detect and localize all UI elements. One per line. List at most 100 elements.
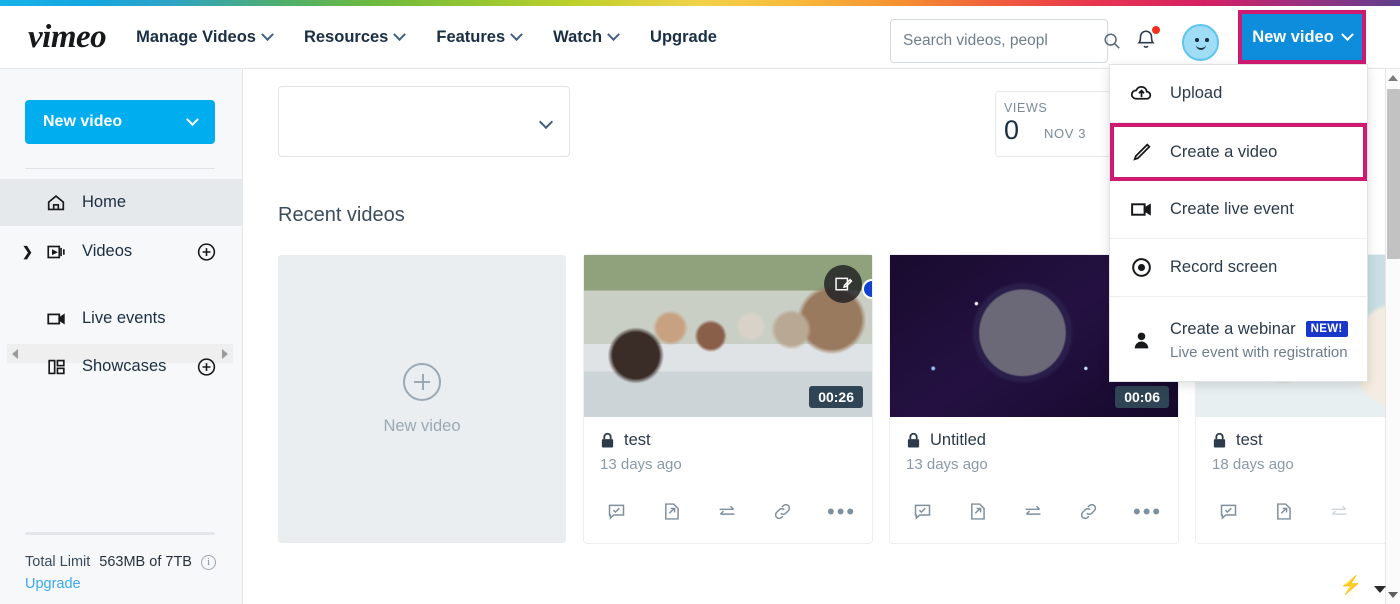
info-icon[interactable]: i bbox=[201, 555, 216, 570]
add-video-button[interactable] bbox=[196, 241, 217, 262]
filter-select[interactable] bbox=[278, 86, 570, 157]
new-video-button-header[interactable]: New video bbox=[1238, 10, 1366, 64]
new-video-label: New video bbox=[1252, 28, 1334, 47]
new-video-placeholder-card[interactable]: New video bbox=[278, 255, 566, 543]
lock-icon bbox=[1212, 432, 1227, 449]
webinar-title-row: Create a webinar NEW! bbox=[1170, 320, 1348, 339]
video-card-body: test 13 days ago bbox=[584, 417, 872, 473]
sidebar-item-home[interactable]: Home bbox=[0, 179, 243, 226]
new-video-button-sidebar[interactable]: New video bbox=[25, 100, 215, 144]
video-card-body: test 18 days ago bbox=[1196, 417, 1386, 473]
video-card-actions: ••• bbox=[584, 473, 872, 540]
chevron-right-icon[interactable]: ❯ bbox=[22, 244, 33, 260]
menu-item-label: Create live event bbox=[1170, 200, 1294, 219]
share-file-icon[interactable] bbox=[661, 501, 682, 522]
plus-circle-icon bbox=[403, 363, 441, 401]
chevron-down-icon bbox=[261, 28, 274, 41]
nav-item-resources[interactable]: Resources bbox=[304, 28, 404, 47]
search-input[interactable] bbox=[903, 32, 1103, 50]
video-title[interactable]: Untitled bbox=[930, 431, 986, 450]
storage-limit-value: 563MB of 7TB bbox=[99, 554, 192, 570]
add-showcase-button[interactable] bbox=[196, 356, 217, 377]
notifications-button[interactable] bbox=[1135, 28, 1157, 51]
lock-icon bbox=[600, 432, 615, 449]
status-dot bbox=[862, 279, 872, 299]
menu-item-label: Create a webinar bbox=[1170, 320, 1296, 339]
sidebar-item-videos[interactable]: ❯ Videos bbox=[0, 228, 243, 275]
video-title[interactable]: test bbox=[624, 431, 651, 450]
nav-label: Upgrade bbox=[650, 28, 717, 47]
sidebar-item-label: Showcases bbox=[82, 357, 166, 376]
video-thumbnail[interactable]: 00:26 bbox=[584, 255, 872, 417]
menu-item-create-a-webinar[interactable]: Create a webinar NEW! Live event with re… bbox=[1110, 297, 1367, 383]
video-camera-icon bbox=[42, 308, 70, 330]
vimeo-logo[interactable]: vimeo bbox=[28, 19, 106, 56]
webinar-text-block: Create a webinar NEW! Live event with re… bbox=[1170, 320, 1348, 361]
home-icon bbox=[42, 192, 70, 214]
scroll-down-arrow[interactable] bbox=[1388, 592, 1398, 598]
lightning-bolt-icon[interactable]: ⚡ bbox=[1340, 575, 1362, 596]
scroll-up-arrow[interactable] bbox=[1388, 75, 1398, 81]
more-icon[interactable]: ••• bbox=[1133, 506, 1162, 518]
menu-item-subtitle: Live event with registration bbox=[1170, 344, 1348, 361]
search-icon[interactable] bbox=[1103, 32, 1121, 50]
page-scrollbar[interactable] bbox=[1385, 69, 1400, 604]
sidebar-footer-divider bbox=[25, 532, 215, 535]
menu-item-record-screen[interactable]: Record screen bbox=[1110, 239, 1367, 297]
link-icon[interactable] bbox=[1078, 501, 1099, 522]
nav-item-manage-videos[interactable]: Manage Videos bbox=[136, 28, 272, 47]
menu-item-upload[interactable]: Upload bbox=[1110, 65, 1367, 123]
cloud-upload-icon bbox=[1128, 81, 1154, 106]
nav-item-features[interactable]: Features bbox=[436, 28, 521, 47]
nav-label: Watch bbox=[553, 28, 602, 47]
transfer-icon[interactable] bbox=[1328, 501, 1350, 522]
review-icon[interactable] bbox=[912, 501, 933, 522]
transfer-icon[interactable] bbox=[1022, 501, 1044, 522]
avatar-eye-right bbox=[1205, 38, 1209, 42]
upgrade-link[interactable]: Upgrade bbox=[25, 576, 225, 592]
person-icon bbox=[1128, 328, 1154, 353]
sidebar-divider bbox=[25, 168, 215, 169]
new-video-placeholder-label: New video bbox=[383, 417, 460, 436]
review-icon[interactable] bbox=[606, 501, 627, 522]
views-date: NOV 3 bbox=[1044, 126, 1086, 144]
nav-label: Manage Videos bbox=[136, 28, 256, 47]
chevron-down-icon bbox=[510, 28, 523, 41]
scroll-down-arrow[interactable] bbox=[1374, 586, 1386, 593]
chevron-down-icon bbox=[393, 28, 406, 41]
share-file-icon[interactable] bbox=[1273, 501, 1294, 522]
sidebar-item-showcases[interactable]: Showcases bbox=[0, 343, 243, 390]
sidebar-item-label: Videos bbox=[82, 242, 132, 261]
chevron-down-icon bbox=[1341, 28, 1354, 41]
video-title[interactable]: test bbox=[1236, 431, 1263, 450]
avatar-eye-left bbox=[1195, 38, 1199, 42]
share-file-icon[interactable] bbox=[967, 501, 988, 522]
more-icon[interactable]: ••• bbox=[827, 506, 856, 518]
showcases-grid-icon bbox=[42, 356, 70, 378]
edit-video-badge[interactable] bbox=[824, 265, 862, 303]
nav-item-upgrade[interactable]: Upgrade bbox=[650, 28, 717, 47]
link-icon[interactable] bbox=[772, 501, 793, 522]
menu-item-create-a-video[interactable]: Create a video bbox=[1110, 123, 1367, 181]
video-card[interactable]: 00:26 test 13 days ago bbox=[584, 255, 872, 543]
chevron-down-icon bbox=[607, 28, 620, 41]
video-duration: 00:26 bbox=[809, 386, 863, 408]
transfer-icon[interactable] bbox=[716, 501, 738, 522]
chevron-down-icon bbox=[186, 113, 199, 126]
sidebar-item-live-events[interactable]: Live events bbox=[0, 295, 243, 342]
review-icon[interactable] bbox=[1218, 501, 1239, 522]
menu-item-create-live-event[interactable]: Create live event bbox=[1110, 181, 1367, 239]
scrollbar-thumb[interactable] bbox=[1387, 89, 1400, 259]
storage-limit-row: Total Limit 563MB of 7TB i bbox=[25, 554, 225, 570]
pencil-edit-icon bbox=[1128, 140, 1154, 165]
avatar[interactable] bbox=[1182, 24, 1219, 61]
nav-item-watch[interactable]: Watch bbox=[553, 28, 618, 47]
video-title-row: test bbox=[1212, 431, 1386, 450]
videos-stack-icon bbox=[42, 241, 70, 263]
storage-limit-label: Total Limit bbox=[25, 554, 90, 570]
lock-icon bbox=[906, 432, 921, 449]
search-box[interactable] bbox=[890, 19, 1108, 63]
video-date: 13 days ago bbox=[600, 456, 856, 473]
new-video-dropdown-menu: Upload Create a video Create live event bbox=[1109, 64, 1368, 382]
video-date: 13 days ago bbox=[906, 456, 1162, 473]
